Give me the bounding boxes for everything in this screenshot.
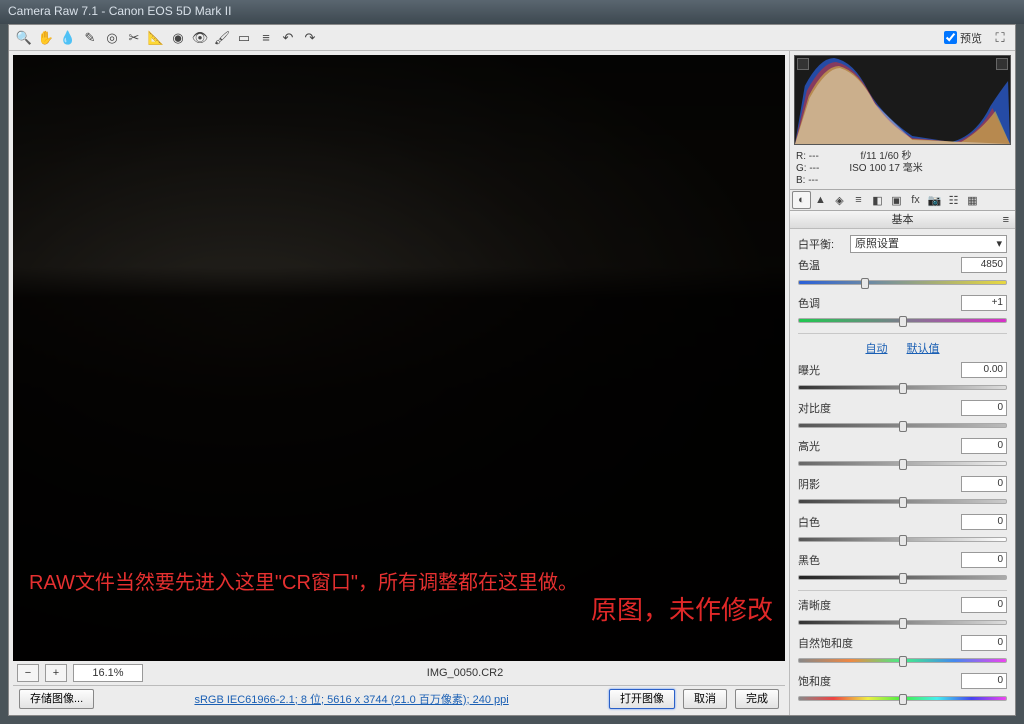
annotation-text-1: RAW文件当然要先进入这里"CR窗口"，所有调整都在这里做。 xyxy=(29,566,578,595)
clarity-slider[interactable] xyxy=(798,615,1007,629)
temp-value[interactable]: 4850 xyxy=(961,257,1007,273)
saturation-slider[interactable] xyxy=(798,691,1007,705)
wb-label: 白平衡: xyxy=(798,236,844,252)
tint-value[interactable]: +1 xyxy=(961,295,1007,311)
rotate-cw-icon[interactable]: ↷ xyxy=(300,28,320,48)
tint-label: 色调 xyxy=(798,295,820,311)
slider-value[interactable]: 0 xyxy=(961,438,1007,454)
basic-slider[interactable] xyxy=(798,532,1007,546)
spot-removal-icon[interactable]: ◉ xyxy=(168,28,188,48)
default-link[interactable]: 默认值 xyxy=(907,343,940,355)
slider-label: 对比度 xyxy=(798,400,831,416)
rgb-b: B: --- xyxy=(796,175,819,187)
highlight-clip-icon[interactable] xyxy=(996,58,1008,70)
save-image-button[interactable]: 存储图像... xyxy=(19,689,94,709)
temp-slider[interactable] xyxy=(798,275,1007,289)
tab-split-icon[interactable]: ◧ xyxy=(868,191,887,209)
tint-slider[interactable] xyxy=(798,313,1007,327)
histogram-svg xyxy=(795,56,1010,144)
white-balance-icon[interactable]: 💧 xyxy=(58,28,78,48)
redeye-icon[interactable]: 👁 xyxy=(190,28,210,48)
color-sampler-icon[interactable]: ✎ xyxy=(80,28,100,48)
app-frame: 🔍 ✋ 💧 ✎ ◎ ✂ 📐 ◉ 👁 🖌 ▭ ≡ ↶ ↷ 预览 ⛶ RAW文件当然… xyxy=(8,24,1016,716)
tab-fx-icon[interactable]: fx xyxy=(906,191,925,209)
annotation-text-2: 原图，未作修改 xyxy=(591,590,773,627)
rgb-g: G: --- xyxy=(796,163,819,175)
graduated-filter-icon[interactable]: ▭ xyxy=(234,28,254,48)
vibrance-slider[interactable] xyxy=(798,653,1007,667)
tab-hsl-icon[interactable]: ≡ xyxy=(849,191,868,209)
window-titlebar: Camera Raw 7.1 - Canon EOS 5D Mark II xyxy=(0,0,1024,24)
slider-label: 黑色 xyxy=(798,552,820,568)
hand-tool-icon[interactable]: ✋ xyxy=(36,28,56,48)
tab-lens-icon[interactable]: ▣ xyxy=(887,191,906,209)
color-profile-link[interactable]: sRGB IEC61966-2.1; 8 位; 5616 x 3744 (21.… xyxy=(102,691,601,707)
done-button[interactable]: 完成 xyxy=(735,689,779,709)
slider-value[interactable]: 0 xyxy=(961,476,1007,492)
shadow-clip-icon[interactable] xyxy=(797,58,809,70)
fullscreen-icon[interactable]: ⛶ xyxy=(990,28,1010,48)
prefs-icon[interactable]: ≡ xyxy=(256,28,276,48)
metadata-row: R: --- G: --- B: --- f/11 1/60 秒 ISO 100… xyxy=(790,149,1015,189)
panel-tabs: ◐ ▲ ◈ ≡ ◧ ▣ fx 📷 ☷ ▦ xyxy=(790,189,1015,211)
zoom-in-button[interactable]: + xyxy=(45,664,67,682)
slider-value[interactable]: 0 xyxy=(961,400,1007,416)
cancel-button[interactable]: 取消 xyxy=(683,689,727,709)
vibrance-label: 自然饱和度 xyxy=(798,635,853,651)
adjustment-brush-icon[interactable]: 🖌 xyxy=(212,28,232,48)
histogram[interactable] xyxy=(794,55,1011,145)
zoom-out-button[interactable]: − xyxy=(17,664,39,682)
preview-checkbox[interactable]: 预览 xyxy=(944,30,982,46)
preview-check-input[interactable] xyxy=(944,31,957,44)
tab-presets-icon[interactable]: ☷ xyxy=(944,191,963,209)
image-preview[interactable]: RAW文件当然要先进入这里"CR窗口"，所有调整都在这里做。 原图，未作修改 xyxy=(13,55,785,661)
slider-value[interactable]: 0 xyxy=(961,514,1007,530)
auto-link[interactable]: 自动 xyxy=(865,343,887,355)
tab-basic-icon[interactable]: ◐ xyxy=(792,191,811,209)
basic-slider[interactable] xyxy=(798,456,1007,470)
saturation-value[interactable]: 0 xyxy=(961,673,1007,689)
tab-detail-icon[interactable]: ◈ xyxy=(830,191,849,209)
clarity-label: 清晰度 xyxy=(798,597,831,613)
slider-label: 阴影 xyxy=(798,476,820,492)
exif-aperture: f/11 1/60 秒 xyxy=(849,151,922,163)
tab-snapshot-icon[interactable]: ▦ xyxy=(963,191,982,209)
panel-title[interactable]: 基本 xyxy=(790,211,1015,229)
saturation-label: 饱和度 xyxy=(798,673,831,689)
rotate-ccw-icon[interactable]: ↶ xyxy=(278,28,298,48)
wb-dropdown[interactable]: 原照设置 xyxy=(850,235,1007,253)
crop-tool-icon[interactable]: ✂ xyxy=(124,28,144,48)
zoom-tool-icon[interactable]: 🔍 xyxy=(14,28,34,48)
slider-label: 曝光 xyxy=(798,362,820,378)
right-panel: R: --- G: --- B: --- f/11 1/60 秒 ISO 100… xyxy=(789,51,1015,715)
straighten-icon[interactable]: 📐 xyxy=(146,28,166,48)
basic-slider[interactable] xyxy=(798,418,1007,432)
open-image-button[interactable]: 打开图像 xyxy=(609,689,675,709)
exif-iso: ISO 100 17 毫米 xyxy=(849,163,922,175)
zoom-select[interactable]: 16.1% xyxy=(73,664,143,682)
basic-slider[interactable] xyxy=(798,380,1007,394)
filename-label: IMG_0050.CR2 xyxy=(149,667,781,679)
slider-label: 高光 xyxy=(798,438,820,454)
tab-curve-icon[interactable]: ▲ xyxy=(811,191,830,209)
vibrance-value[interactable]: 0 xyxy=(961,635,1007,651)
toolbar: 🔍 ✋ 💧 ✎ ◎ ✂ 📐 ◉ 👁 🖌 ▭ ≡ ↶ ↷ 预览 ⛶ xyxy=(9,25,1015,51)
basic-slider[interactable] xyxy=(798,494,1007,508)
temp-label: 色温 xyxy=(798,257,820,273)
rgb-r: R: --- xyxy=(796,151,819,163)
target-adjust-icon[interactable]: ◎ xyxy=(102,28,122,48)
footer-bar: 存储图像... sRGB IEC61966-2.1; 8 位; 5616 x 3… xyxy=(13,685,785,711)
zoom-bar: − + 16.1% IMG_0050.CR2 xyxy=(13,661,785,685)
clarity-value[interactable]: 0 xyxy=(961,597,1007,613)
tab-camera-icon[interactable]: 📷 xyxy=(925,191,944,209)
basic-slider[interactable] xyxy=(798,570,1007,584)
slider-value[interactable]: 0 xyxy=(961,552,1007,568)
slider-value[interactable]: 0.00 xyxy=(961,362,1007,378)
slider-label: 白色 xyxy=(798,514,820,530)
